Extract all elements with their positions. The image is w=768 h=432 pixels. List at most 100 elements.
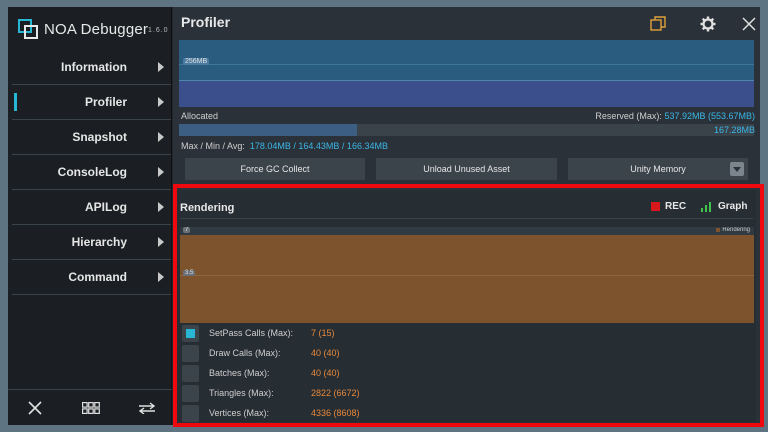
stat-checkbox[interactable] xyxy=(182,384,199,402)
reserved-readout: Reserved (Max): 537.92MB (553.67MB) xyxy=(595,111,755,121)
chevron-right-icon xyxy=(158,202,164,212)
mma-readout: Max / Min / Avg: 178.04MB / 164.43MB / 1… xyxy=(181,141,388,151)
stat-label: Vertices (Max): xyxy=(209,408,270,418)
allocated-label: Allocated xyxy=(181,111,219,121)
chart-tick-max: 7 xyxy=(183,227,191,233)
rec-toggle[interactable]: REC xyxy=(651,201,686,212)
settings-button[interactable] xyxy=(697,13,719,35)
chart-headroom xyxy=(180,227,754,235)
rendering-chart: 7 3.5 Rendering xyxy=(180,227,754,323)
nav-menu: Information Profiler Snapshot ConsoleLog… xyxy=(12,50,171,295)
legend-swatch xyxy=(716,228,721,232)
rendering-panel: Rendering REC Graph 7 3.5 Rendering SetP… xyxy=(177,190,756,422)
sidebar-item-information[interactable]: Information xyxy=(12,50,171,85)
stat-value: 40 (40) xyxy=(311,348,340,358)
stat-row: Triangles (Max): 2822 (6672) xyxy=(182,384,742,402)
mma-value: 178.04MB / 164.43MB / 166.34MB xyxy=(249,141,388,151)
chevron-right-icon xyxy=(158,62,164,72)
stat-label: SetPass Calls (Max): xyxy=(209,328,294,338)
sidebar-toolbar xyxy=(8,389,172,425)
stat-label: Triangles (Max): xyxy=(209,388,274,398)
stat-checkbox[interactable] xyxy=(182,364,199,382)
stat-label: Batches (Max): xyxy=(209,368,270,378)
sidebar-item-label: ConsoleLog xyxy=(57,165,127,179)
allocated-current-value: 167.28MB xyxy=(713,125,755,135)
window-mode-button[interactable] xyxy=(647,13,669,35)
memory-chart: 256MB xyxy=(179,40,754,107)
sidebar-item-command[interactable]: Command xyxy=(12,260,171,295)
graph-icon xyxy=(701,201,711,212)
memory-type-dropdown[interactable]: Unity Memory xyxy=(568,158,748,180)
chart-legend: Rendering xyxy=(716,227,750,233)
unload-assets-button[interactable]: Unload Unused Asset xyxy=(376,158,557,180)
rendering-title: Rendering xyxy=(180,202,235,214)
allocated-bar xyxy=(179,124,754,136)
grid-view-button[interactable] xyxy=(71,390,111,426)
sidebar-item-consolelog[interactable]: ConsoleLog xyxy=(12,155,171,190)
chevron-right-icon xyxy=(158,97,164,107)
app-version: 1.6.0 xyxy=(148,27,169,34)
sidebar-item-profiler[interactable]: Profiler xyxy=(12,85,171,120)
noa-logo-icon xyxy=(18,19,38,39)
sidebar-item-label: APILog xyxy=(85,200,127,214)
chevron-right-icon xyxy=(158,167,164,177)
mma-label: Max / Min / Avg: xyxy=(181,141,245,151)
stat-row: Draw Calls (Max): 40 (40) xyxy=(182,344,742,362)
memory-chart-gridline xyxy=(179,64,754,65)
sidebar-item-snapshot[interactable]: Snapshot xyxy=(12,120,171,155)
stat-checkbox[interactable] xyxy=(182,344,199,362)
stat-row: Vertices (Max): 4336 (8608) xyxy=(182,404,742,422)
graph-label: Graph xyxy=(718,201,748,212)
sidebar: NOA Debugger 1.6.0 Information Profiler … xyxy=(8,7,172,425)
noa-debugger-window: NOA Debugger 1.6.0 Information Profiler … xyxy=(8,7,760,425)
sidebar-item-label: Snapshot xyxy=(72,130,127,144)
close-icon xyxy=(28,401,42,415)
app-name: NOA Debugger xyxy=(44,20,149,38)
chevron-down-icon xyxy=(730,162,744,176)
profiler-view: Profiler 256MB Allocated Reserved (Max):… xyxy=(173,7,760,425)
brand: NOA Debugger xyxy=(18,17,148,41)
legend-label: Rendering xyxy=(722,227,750,233)
swap-position-button[interactable] xyxy=(127,390,167,426)
force-gc-button[interactable]: Force GC Collect xyxy=(185,158,365,180)
stat-row: Batches (Max): 40 (40) xyxy=(182,364,742,382)
rec-label: REC xyxy=(665,201,687,212)
sidebar-item-hierarchy[interactable]: Hierarchy xyxy=(12,225,171,260)
close-debugger-button[interactable] xyxy=(15,390,55,426)
allocated-bar-fill xyxy=(179,124,358,136)
page-title: Profiler xyxy=(181,14,231,30)
chart-midline xyxy=(180,275,754,276)
stat-value: 40 (40) xyxy=(311,368,340,378)
stat-label: Draw Calls (Max): xyxy=(209,348,281,358)
close-button[interactable] xyxy=(738,13,760,35)
memory-reserved-area xyxy=(179,80,754,107)
stat-checkbox[interactable] xyxy=(182,324,199,342)
stat-value: 2822 (6672) xyxy=(311,388,360,398)
swap-icon xyxy=(138,402,156,414)
sidebar-item-label: Profiler xyxy=(84,95,127,109)
reserved-label: Reserved (Max): xyxy=(595,111,662,121)
sidebar-item-label: Hierarchy xyxy=(71,235,127,249)
stat-row: SetPass Calls (Max): 7 (15) xyxy=(182,324,742,342)
grid-icon xyxy=(82,402,100,414)
memory-allocated-line xyxy=(179,80,754,81)
sidebar-item-apilog[interactable]: APILog xyxy=(12,190,171,225)
memory-chart-tick: 256MB xyxy=(183,58,210,65)
record-icon xyxy=(651,202,660,211)
chart-tick-mid: 3.5 xyxy=(183,270,196,276)
dropdown-selected: Unity Memory xyxy=(630,164,686,174)
stat-value: 4336 (8608) xyxy=(311,408,360,418)
chevron-right-icon xyxy=(158,132,164,142)
stat-checkbox[interactable] xyxy=(182,404,199,422)
graph-toggle[interactable]: Graph xyxy=(701,201,747,212)
sidebar-item-label: Information xyxy=(61,60,127,74)
divider xyxy=(180,218,753,219)
gear-icon xyxy=(700,16,716,32)
stat-value: 7 (15) xyxy=(311,328,335,338)
window-icon xyxy=(650,16,666,31)
chevron-right-icon xyxy=(158,272,164,282)
reserved-value: 537.92MB (553.67MB) xyxy=(664,111,755,121)
sidebar-item-label: Command xyxy=(68,270,127,284)
close-icon xyxy=(742,17,756,31)
chevron-right-icon xyxy=(158,237,164,247)
